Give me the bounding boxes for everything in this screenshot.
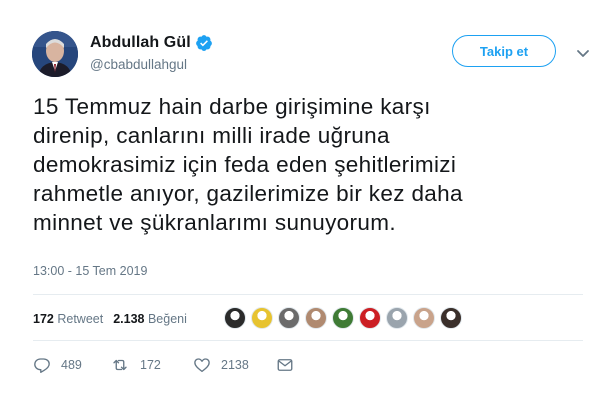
like-button[interactable]: 2138 xyxy=(193,356,249,374)
tweet-text-line: rahmetle anıyor, gazilerimize bir kez da… xyxy=(33,181,463,206)
reply-count: 489 xyxy=(61,358,82,372)
retweet-button[interactable]: 172 xyxy=(110,356,161,374)
user-handle[interactable]: @cbabdullahgul xyxy=(90,57,187,72)
reply-button[interactable]: 489 xyxy=(33,356,82,374)
tweet-text-line: minnet ve şükranlarımı sunuyorum. xyxy=(33,210,396,235)
tweet-text-line: direnip, canlarını milli irade uğruna xyxy=(33,123,390,148)
liker-avatar[interactable] xyxy=(413,307,435,329)
like-count: 2138 xyxy=(221,358,249,372)
verified-badge-icon xyxy=(195,34,213,52)
tweet-timestamp[interactable]: 13:00 - 15 Tem 2019 xyxy=(33,264,147,278)
liker-avatar[interactable] xyxy=(278,307,300,329)
divider xyxy=(33,340,583,341)
liker-avatar[interactable] xyxy=(440,307,462,329)
tweet-card: Abdullah Gül @cbabdullahgul Takip et 15 … xyxy=(0,0,616,406)
tweet-text-line: demokrasimiz için feda eden şehitlerimiz… xyxy=(33,152,457,177)
envelope-icon xyxy=(277,359,293,371)
retweet-stat[interactable]: 172 Retweet xyxy=(33,312,103,326)
retweet-stat-count: 172 xyxy=(33,312,54,326)
liker-avatar[interactable] xyxy=(386,307,408,329)
heart-icon xyxy=(194,358,210,373)
divider xyxy=(33,294,583,295)
engagement-stats: 172 Retweet 2.138 Beğeni xyxy=(33,312,197,326)
liker-avatar[interactable] xyxy=(359,307,381,329)
direct-message-button[interactable] xyxy=(276,356,304,374)
avatar[interactable] xyxy=(32,31,78,77)
liker-avatar[interactable] xyxy=(305,307,327,329)
retweet-icon xyxy=(113,359,127,371)
tweet-actions: 489 172 2138 xyxy=(33,356,333,380)
reply-icon xyxy=(34,358,50,374)
liker-avatar[interactable] xyxy=(224,307,246,329)
like-stat-count: 2.138 xyxy=(113,312,145,326)
like-stat-label: Beğeni xyxy=(147,312,187,326)
chevron-down-icon[interactable] xyxy=(576,46,590,57)
liker-avatar[interactable] xyxy=(332,307,354,329)
liker-avatar[interactable] xyxy=(251,307,273,329)
tweet-text-line: 15 Temmuz hain darbe girişimine karşı xyxy=(33,94,431,119)
follow-button[interactable]: Takip et xyxy=(452,35,556,67)
tweet-text: 15 Temmuz hain darbe girişimine karşı di… xyxy=(33,92,593,237)
retweet-count: 172 xyxy=(140,358,161,372)
name-row: Abdullah Gül xyxy=(90,34,213,52)
retweet-stat-label: Retweet xyxy=(57,312,104,326)
display-name[interactable]: Abdullah Gül xyxy=(90,34,191,52)
like-stat[interactable]: 2.138 Beğeni xyxy=(113,312,187,326)
liker-avatars xyxy=(224,307,467,329)
